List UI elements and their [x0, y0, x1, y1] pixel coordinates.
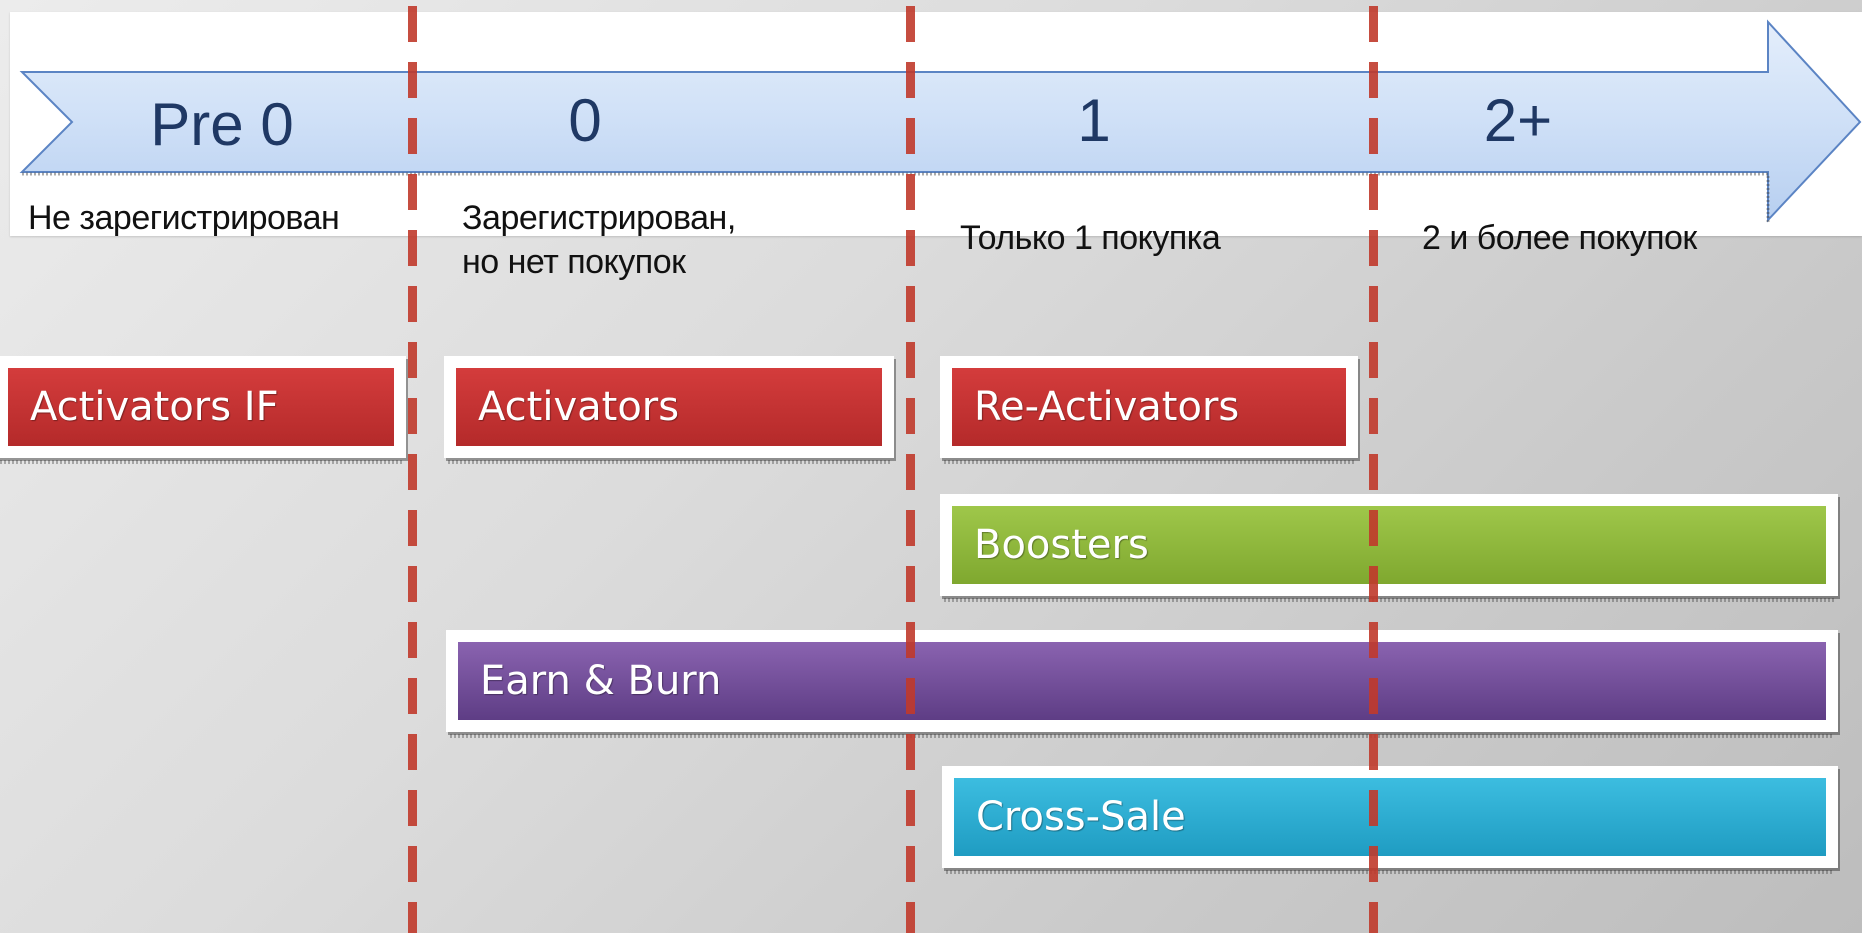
bar-earn-burn-frame: Earn & Burn [446, 630, 1838, 738]
lifecycle-diagram: Pre 0 0 1 2+ Не зарегистрирован Зарегист… [0, 0, 1862, 933]
stage-label-0: 0 [568, 87, 602, 154]
bar-cross-sale: Cross-Sale [954, 778, 1826, 856]
stage-desc-0: Зарегистрирован, но нет покупок [462, 199, 736, 281]
divider-1-2plus [1369, 6, 1378, 933]
divider-0-1 [906, 6, 915, 933]
bar-re-activators: Re-Activators [952, 368, 1346, 446]
arrow-shape [19, 19, 1862, 223]
stage-desc-2plus: 2 и более покупок [1422, 219, 1697, 257]
bar-cross-sale-frame: Cross-Sale [942, 766, 1838, 874]
bar-activators-frame: Activators [444, 356, 894, 464]
bar-activators-if: Activators IF [8, 368, 394, 446]
bar-boosters: Boosters [952, 506, 1826, 584]
stage-label-pre0: Pre 0 [150, 91, 294, 158]
bar-boosters-frame: Boosters [940, 494, 1838, 602]
bar-activators: Activators [456, 368, 882, 446]
divider-pre0-0 [408, 6, 417, 933]
stage-label-1: 1 [1077, 87, 1111, 154]
bar-earn-burn: Earn & Burn [458, 642, 1826, 720]
stage-label-2plus: 2+ [1483, 87, 1553, 154]
bar-activators-if-frame: Activators IF [0, 356, 406, 464]
stage-desc-pre0: Не зарегистрирован [28, 199, 340, 237]
bar-re-activators-frame: Re-Activators [940, 356, 1358, 464]
stage-desc-1: Только 1 покупка [960, 219, 1221, 257]
